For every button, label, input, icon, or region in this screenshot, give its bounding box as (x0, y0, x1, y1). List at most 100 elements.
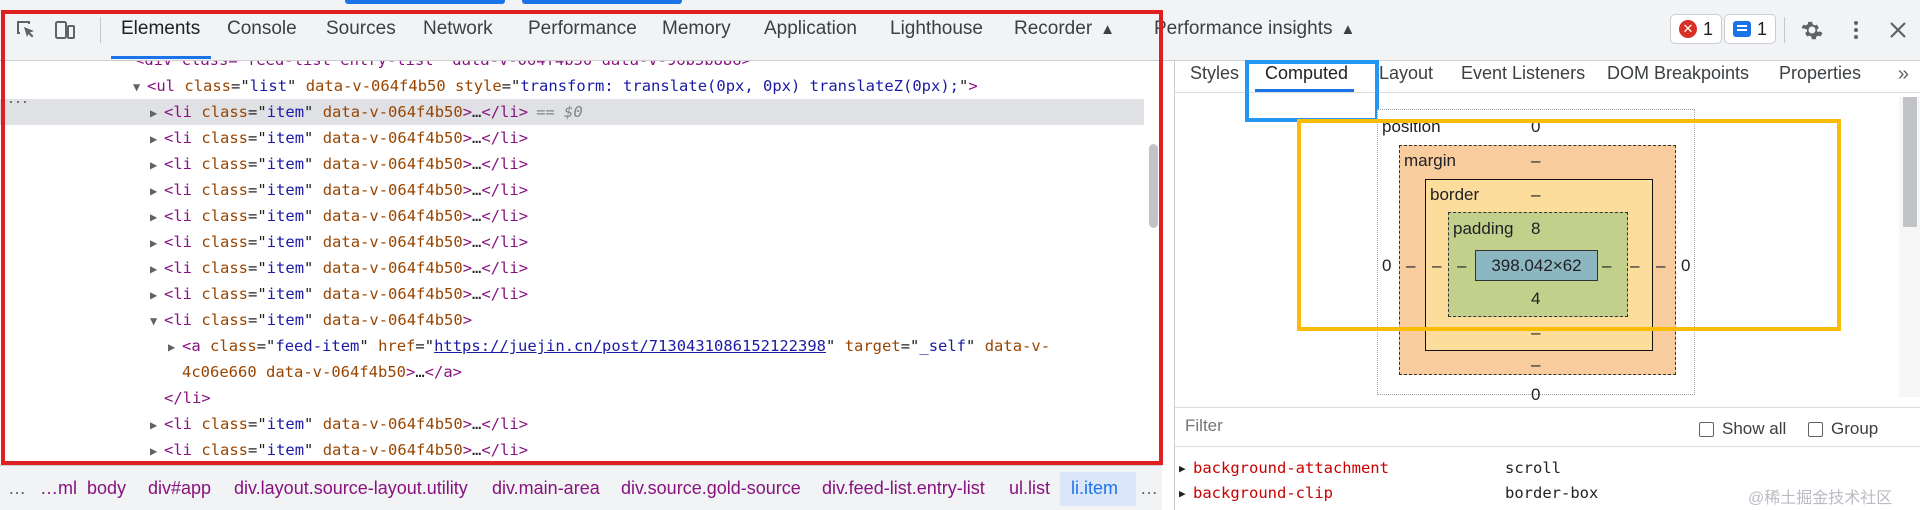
expand-triangle-icon[interactable]: ▶ (150, 256, 164, 282)
tab-application[interactable]: Application (764, 18, 857, 40)
flask-icon: ▲ (1340, 21, 1356, 38)
crumb-li-item[interactable]: li.item (1071, 478, 1118, 499)
dom-node-li[interactable]: ▶<li class="item" data-v-064f4b50>…</li> (0, 203, 1160, 229)
tab-event-listeners[interactable]: Event Listeners (1461, 63, 1585, 84)
expand-triangle-icon[interactable]: ▶ (150, 204, 164, 230)
property-name: background-attachment (1193, 459, 1389, 477)
group-checkbox-box[interactable] (1808, 421, 1823, 437)
post-link[interactable]: https://juejin.cn/post/71304310861521223… (434, 337, 826, 355)
tab-properties[interactable]: Properties (1779, 63, 1861, 84)
show-all-checkbox[interactable]: Show all (1699, 419, 1786, 439)
gear-icon[interactable] (1798, 16, 1826, 44)
tab-recorder-label: Recorder (1014, 18, 1093, 39)
crumb-ul-list[interactable]: ul.list (1009, 478, 1050, 499)
crumb-body[interactable]: body (87, 478, 126, 499)
message-icon (1733, 21, 1751, 37)
device-toolbar-icon[interactable] (51, 16, 79, 44)
crumb-html[interactable]: …ml (40, 478, 77, 499)
flask-icon: ▲ (1100, 21, 1116, 38)
property-value: border-box (1505, 484, 1599, 502)
filter-input[interactable] (1185, 416, 1485, 436)
tab-memory[interactable]: Memory (662, 18, 731, 40)
tab-performance-insights-label: Performance insights (1154, 18, 1333, 39)
expand-triangle-icon[interactable]: ▶ (150, 230, 164, 256)
selected-node-marker: == $0 (536, 103, 583, 121)
computed-property-row[interactable]: ▶ background-attachment scroll (1175, 456, 1920, 481)
elements-scrollbar[interactable] (1144, 61, 1160, 465)
expand-triangle-icon[interactable]: ▶ (1179, 481, 1186, 506)
dom-node-li[interactable]: ▶<li class="item" data-v-064f4b50>…</li> (0, 151, 1160, 177)
show-all-label: Show all (1722, 419, 1787, 438)
error-count-badge[interactable]: ✕ 1 (1670, 14, 1723, 44)
elements-tree: <div class="feed-list entry-list" data-v… (0, 61, 1160, 465)
yellow-highlight-box (1297, 119, 1841, 331)
dom-node-li[interactable]: ▶<li class="item" data-v-064f4b50>…</li> (0, 255, 1160, 281)
expand-triangle-icon[interactable]: ▶ (168, 334, 182, 360)
dom-node-li[interactable]: ▶<li class="item" data-v-064f4b50>…</li> (0, 281, 1160, 307)
group-checkbox[interactable]: Group (1808, 419, 1878, 439)
error-icon: ✕ (1679, 20, 1697, 38)
dom-node-li[interactable]: ▶<li class="item" data-v-064f4b50>…</li> (0, 411, 1160, 437)
position-bottom-value[interactable]: 0 (1531, 385, 1540, 405)
tab-recorder[interactable]: Recorder ▲ (1014, 18, 1115, 40)
tab-elements[interactable]: Elements (121, 18, 200, 40)
dom-node-li-expanded[interactable]: ▼ <li class="item" data-v-064f4b50> (0, 307, 1160, 333)
expand-triangle-icon[interactable]: ▶ (1179, 456, 1186, 481)
expand-triangle-icon[interactable]: ▶ (150, 178, 164, 204)
collapse-triangle-icon[interactable]: ▼ (150, 308, 164, 334)
top-edge-accent (345, 0, 505, 4)
show-all-checkbox-box[interactable] (1699, 421, 1714, 437)
dom-node-li[interactable]: ▶<li class="item" data-v-064f4b50>…</li> (0, 177, 1160, 203)
breadcrumb: … …ml body div#app div.layout.source-lay… (0, 465, 1162, 510)
dom-node-li-selected[interactable]: ▶ <li class="item" data-v-064f4b50>…</li>… (0, 99, 1160, 125)
tab-styles[interactable]: Styles (1190, 63, 1239, 84)
breadcrumb-overflow-icon[interactable]: … (8, 478, 26, 499)
error-count: 1 (1703, 18, 1714, 39)
sidebar-scroll-thumb[interactable] (1903, 97, 1917, 227)
computed-filter-bar: Show all Group (1175, 407, 1920, 447)
expand-triangle-icon[interactable]: ▶ (150, 438, 164, 464)
tab-lighthouse[interactable]: Lighthouse (890, 18, 983, 40)
dom-node-li[interactable]: ▶<li class="item" data-v-064f4b50>…</li> (0, 229, 1160, 255)
crumb-app[interactable]: div#app (148, 478, 211, 499)
dom-node-li[interactable]: ▶<li class="item" data-v-064f4b50>…</li> (0, 437, 1160, 463)
expand-triangle-icon[interactable]: ▶ (150, 152, 164, 178)
tab-dom-breakpoints[interactable]: DOM Breakpoints (1607, 63, 1749, 84)
active-tab-indicator (111, 56, 211, 59)
expand-triangle-icon[interactable]: ▶ (150, 412, 164, 438)
watermark: @稀土掘金技术社区 (1748, 490, 1893, 507)
inspect-element-icon[interactable] (12, 16, 40, 44)
devtools-toolbar: Elements Console Sources Network Perform… (0, 0, 1920, 61)
selected-row-dots-icon[interactable]: ··· (8, 91, 29, 112)
styles-sidebar: Styles Computed Layout Event Listeners D… (1174, 60, 1920, 510)
message-count-badge[interactable]: 1 (1724, 14, 1777, 44)
more-options-icon[interactable] (1842, 16, 1870, 44)
crumb-main-area[interactable]: div.main-area (492, 478, 600, 499)
sidebar-scrollbar[interactable] (1899, 97, 1920, 397)
dom-node-li[interactable]: ▶<li class="item" data-v-064f4b50>…</li> (0, 125, 1160, 151)
tab-sources[interactable]: Sources (326, 18, 396, 40)
close-icon[interactable] (1884, 16, 1912, 44)
crumb-layout[interactable]: div.layout.source-layout.utility (234, 478, 468, 499)
dom-node-a-continued: 4c06e660 data-v-064f4b50>…</a> (182, 363, 462, 381)
elements-scroll-thumb[interactable] (1149, 144, 1158, 228)
tab-console[interactable]: Console (227, 18, 297, 40)
property-name: background-clip (1193, 484, 1333, 502)
more-tabs-chevron-icon[interactable]: » (1898, 63, 1909, 86)
tab-performance[interactable]: Performance (528, 18, 637, 40)
expand-triangle-icon[interactable]: ▶ (150, 126, 164, 152)
message-count: 1 (1757, 18, 1768, 39)
crumb-source[interactable]: div.source.gold-source (621, 478, 801, 499)
dom-node-a[interactable]: ▶ <a class="feed-item" href="https://juej… (0, 333, 1160, 359)
expand-triangle-icon[interactable]: ▶ (150, 282, 164, 308)
dom-node-ul[interactable]: ▼ <ul class="list" data-v-064f4b50 style=… (0, 73, 1160, 99)
tab-network[interactable]: Network (423, 18, 493, 40)
tab-performance-insights[interactable]: Performance insights ▲ (1154, 18, 1355, 40)
expand-triangle-icon[interactable]: ▶ (150, 100, 164, 126)
margin-bottom-value[interactable]: – (1531, 355, 1540, 375)
breadcrumb-overflow-icon[interactable]: … (1140, 478, 1158, 499)
toolbar-separator (100, 17, 101, 43)
collapse-triangle-icon[interactable]: ▼ (133, 74, 147, 100)
tab-layout[interactable]: Layout (1379, 63, 1433, 84)
crumb-feed-list[interactable]: div.feed-list.entry-list (822, 478, 985, 499)
